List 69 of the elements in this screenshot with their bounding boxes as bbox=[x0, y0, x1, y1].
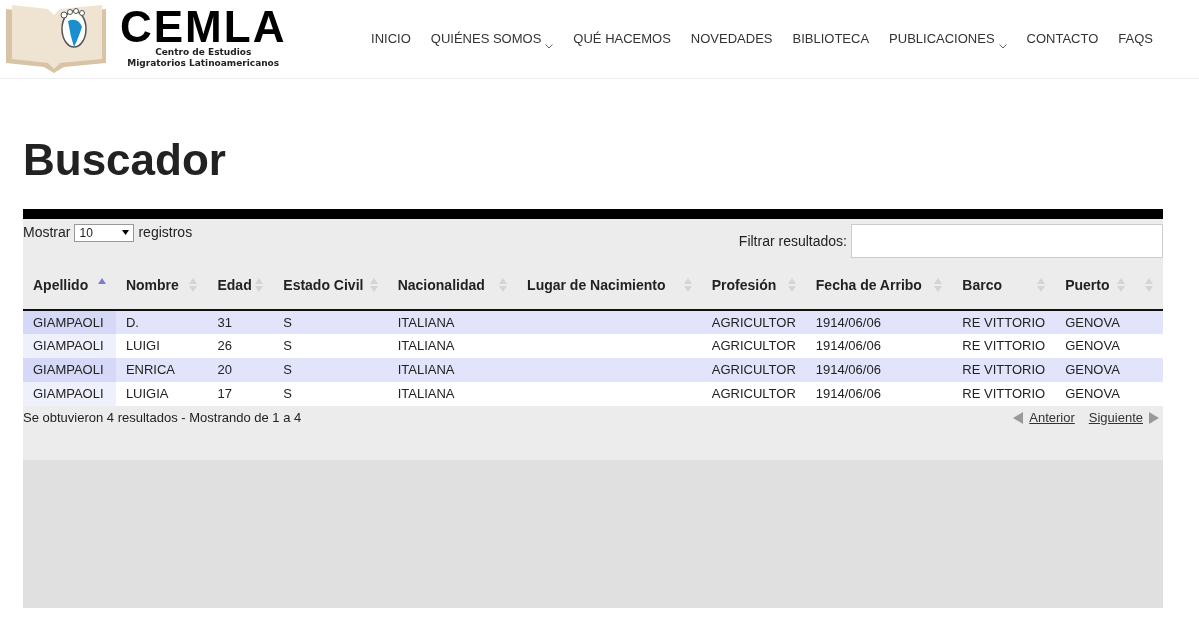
table-cell: RE VITTORIO bbox=[952, 310, 1056, 334]
previous-link[interactable]: Anterior bbox=[1013, 408, 1075, 428]
show-label: Mostrar bbox=[23, 223, 71, 242]
table-cell: GENOVA bbox=[1055, 334, 1135, 358]
page-heading: Buscador bbox=[23, 134, 227, 186]
table-cell: ITALIANA bbox=[387, 310, 518, 334]
nav-link[interactable]: INICIO bbox=[371, 29, 411, 49]
nav-link[interactable]: QUIÉNES SOMOS bbox=[430, 29, 554, 49]
nav-link[interactable]: QUÉ HACEMOS bbox=[573, 29, 671, 49]
column-header[interactable]: Apellido bbox=[23, 260, 116, 310]
table-cell: 1914/06/06 bbox=[805, 382, 953, 406]
table-cell: AGRICULTOR bbox=[701, 310, 806, 334]
table-cell: AGRICULTOR bbox=[701, 334, 806, 358]
table-cell: GENOVA bbox=[1055, 358, 1135, 382]
book-and-footprint-logo-icon bbox=[4, 3, 108, 73]
table-cell: RE VITTORIO bbox=[952, 382, 1056, 406]
results-info: Se obtuvieron 4 resultados - Mostrando de 1 a 4 bbox=[23, 409, 302, 427]
table-cell: RE VITTORIO bbox=[952, 334, 1056, 358]
records-label: registros bbox=[138, 223, 193, 242]
table-cell: S bbox=[273, 310, 388, 334]
table-cell: 1914/06/06 bbox=[805, 310, 953, 334]
filter-input[interactable] bbox=[851, 224, 1163, 258]
table-cell: GIAMPAOLI bbox=[23, 358, 116, 382]
table-cell: S bbox=[273, 334, 388, 358]
table-cell: 1914/06/06 bbox=[805, 358, 953, 382]
nav-link[interactable]: CONTACTO bbox=[1026, 29, 1099, 49]
nav-link[interactable]: NOVEDADES bbox=[690, 29, 773, 49]
left-triangle-icon bbox=[1013, 411, 1024, 424]
nav-link[interactable]: FAQS bbox=[1118, 29, 1153, 49]
table-cell: AGRICULTOR bbox=[701, 358, 806, 382]
nav-link[interactable]: BIBLIOTECA bbox=[792, 29, 870, 49]
table-cell: 20 bbox=[207, 358, 274, 382]
nav-link[interactable]: PUBLICACIONES bbox=[889, 29, 1007, 49]
page-length-select[interactable]: 10 bbox=[74, 223, 135, 242]
table-cell: GENOVA bbox=[1055, 382, 1135, 406]
right-triangle-icon bbox=[1149, 411, 1159, 424]
table-cell: GIAMPAOLI bbox=[23, 334, 116, 358]
table-cell: AGRICULTOR bbox=[701, 382, 806, 406]
table-cell: ITALIANA bbox=[387, 382, 518, 406]
table-cell: ENRICA bbox=[115, 358, 208, 382]
column-header[interactable]: Barco bbox=[952, 260, 1056, 310]
logo-subtitle: Centro de Estudios Migratorios Latinoamericanos bbox=[127, 47, 280, 69]
table-cell: GIAMPAOLI bbox=[23, 382, 116, 406]
table-cell: S bbox=[273, 358, 388, 382]
column-header[interactable]: Profesión bbox=[701, 260, 806, 310]
table-cell: GIAMPAOLI bbox=[23, 310, 116, 334]
table-cell: 26 bbox=[207, 334, 274, 358]
column-header[interactable]: Estado Civil bbox=[273, 260, 388, 310]
table-cell: ITALIANA bbox=[387, 334, 518, 358]
logo-title: CEMLA bbox=[120, 7, 287, 47]
column-header[interactable]: Nacionalidad bbox=[387, 260, 518, 310]
table-cell: 17 bbox=[207, 382, 274, 406]
next-link[interactable]: Siguiente bbox=[1088, 408, 1159, 428]
column-header[interactable]: Puerto bbox=[1055, 260, 1135, 310]
column-header[interactable]: Nombre bbox=[115, 260, 208, 310]
column-header[interactable]: Edad bbox=[207, 260, 274, 310]
table-cell: ITALIANA bbox=[387, 358, 518, 382]
filter-label: Filtrar resultados: bbox=[738, 231, 847, 251]
table-cell: LUIGI bbox=[115, 334, 208, 358]
table-cell: LUIGIA bbox=[115, 382, 208, 406]
table-cell: GENOVA bbox=[1055, 310, 1135, 334]
table-cell: RE VITTORIO bbox=[952, 358, 1056, 382]
column-header[interactable]: Fecha de Arribo bbox=[805, 260, 953, 310]
table-cell: 1914/06/06 bbox=[805, 334, 953, 358]
table-cell: D. bbox=[115, 310, 208, 334]
dropdown-caret-icon bbox=[122, 230, 130, 235]
table-cell: S bbox=[273, 382, 388, 406]
table-cell: 31 bbox=[207, 310, 274, 334]
column-header[interactable]: Lugar de Nacimiento bbox=[517, 260, 702, 310]
